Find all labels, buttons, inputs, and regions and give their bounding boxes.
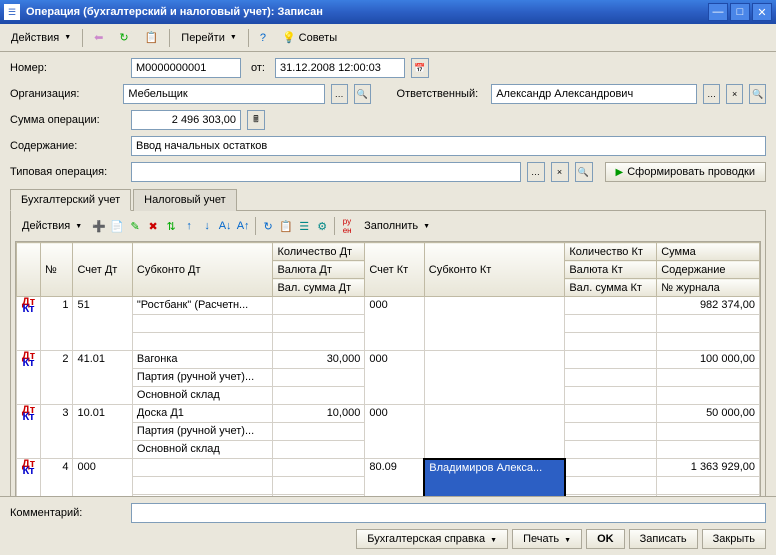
typop-label: Типовая операция: <box>10 166 125 178</box>
ref-button[interactable]: Бухгалтерская справка ▼ <box>356 529 508 549</box>
sum-input[interactable] <box>131 110 241 130</box>
actions-menu[interactable]: Действия▼ <box>4 29 78 47</box>
save-button[interactable]: Записать <box>629 529 698 549</box>
nav-back-icon[interactable]: ⬅ <box>87 28 110 47</box>
org-search-icon[interactable]: 🔍 <box>354 84 371 104</box>
tips-button[interactable]: 💡Советы <box>275 28 344 47</box>
form-content: Номер: от: 📅 Организация: … 🔍 Ответствен… <box>0 52 776 526</box>
typop-input[interactable] <box>131 162 521 182</box>
move-up-icon[interactable]: ↑ <box>181 218 197 234</box>
sort-asc-icon[interactable]: A↓ <box>217 218 233 234</box>
from-label: от: <box>251 62 265 74</box>
main-toolbar: Действия▼ ⬅ ↻ 📋 Перейти▼ ? 💡Советы <box>0 24 776 52</box>
sort-icon[interactable]: ⇅ <box>163 218 179 234</box>
ok-button[interactable]: OK <box>586 529 625 549</box>
app-icon: ☰ <box>4 4 20 20</box>
resp-select-icon[interactable]: … <box>703 84 720 104</box>
calendar-icon[interactable]: 📅 <box>411 58 429 78</box>
footer: Комментарий: Бухгалтерская справка ▼ Печ… <box>0 496 776 555</box>
typop-search-icon[interactable]: 🔍 <box>575 162 593 182</box>
refresh2-icon[interactable]: ↻ <box>260 218 276 234</box>
table-row[interactable]: ДтКт310.01Доска Д110,00000050 000,00 <box>17 405 760 423</box>
grid-actions-menu[interactable]: Действия▼ <box>15 217 89 235</box>
list-icon[interactable]: ☰ <box>296 218 312 234</box>
edit-row-icon[interactable]: ✎ <box>127 218 143 234</box>
refresh-icon[interactable]: ↻ <box>112 28 135 47</box>
fill-menu[interactable]: Заполнить▼ <box>357 217 437 235</box>
comment-input[interactable] <box>131 503 766 523</box>
sort-desc-icon[interactable]: A↑ <box>235 218 251 234</box>
window-title: Операция (бухгалтерский и налоговый учет… <box>26 6 706 18</box>
print-button[interactable]: Печать ▼ <box>512 529 582 549</box>
tab-accounting[interactable]: Бухгалтерский учет <box>10 189 131 211</box>
postings-grid[interactable]: № Счет Дт Субконто Дт Количество Дт Счет… <box>15 241 761 515</box>
add-row-icon[interactable]: ➕ <box>91 218 107 234</box>
resp-search-icon[interactable]: 🔍 <box>749 84 766 104</box>
window-titlebar: ☰ Операция (бухгалтерский и налоговый уч… <box>0 0 776 24</box>
calc-icon[interactable]: 🖩 <box>247 110 265 130</box>
resp-label: Ответственный: <box>397 88 486 100</box>
grid-header: № Счет Дт Субконто Дт Количество Дт Счет… <box>17 243 760 297</box>
content-label: Содержание: <box>10 140 125 152</box>
minimize-button[interactable]: — <box>708 3 728 21</box>
settings-icon[interactable]: ⚙ <box>314 218 330 234</box>
typop-select-icon[interactable]: … <box>527 162 545 182</box>
delete-row-icon[interactable]: ✖ <box>145 218 161 234</box>
number-input[interactable] <box>131 58 241 78</box>
grid-toolbar: Действия▼ ➕ 📄 ✎ ✖ ⇅ ↑ ↓ A↓ A↑ ↻ 📋 ☰ ⚙ ру… <box>15 215 761 237</box>
table-row[interactable]: ДтКт241.01Вагонка30,000000100 000,00 <box>17 351 760 369</box>
abc-icon[interactable]: руен <box>339 218 355 234</box>
typop-clear-icon[interactable]: × <box>551 162 569 182</box>
tabs: Бухгалтерский учет Налоговый учет <box>10 188 766 211</box>
sum-label: Сумма операции: <box>10 114 125 126</box>
resp-input[interactable] <box>491 84 697 104</box>
table-row[interactable]: ДтКт151"Ростбанк" (Расчетн...000982 374,… <box>17 297 760 315</box>
date-input[interactable] <box>275 58 405 78</box>
org-input[interactable] <box>123 84 324 104</box>
copy-icon[interactable]: 📋 <box>138 28 166 47</box>
form-postings-button[interactable]: ▶Сформировать проводки <box>605 162 766 182</box>
move-down-icon[interactable]: ↓ <box>199 218 215 234</box>
org-select-icon[interactable]: … <box>331 84 348 104</box>
number-label: Номер: <box>10 62 125 74</box>
tab-tax[interactable]: Налоговый учет <box>133 189 237 211</box>
form-icon[interactable]: 📋 <box>278 218 294 234</box>
copy-row-icon[interactable]: 📄 <box>109 218 125 234</box>
content-input[interactable] <box>131 136 766 156</box>
comment-label: Комментарий: <box>10 507 125 519</box>
org-label: Организация: <box>10 88 117 100</box>
table-row[interactable]: ДтКт400080.09Владимиров Алекса...1 363 9… <box>17 459 760 477</box>
maximize-button[interactable]: □ <box>730 3 750 21</box>
close-button[interactable]: ✕ <box>752 3 772 21</box>
resp-clear-icon[interactable]: × <box>726 84 743 104</box>
help-icon[interactable]: ? <box>253 29 273 47</box>
close-window-button[interactable]: Закрыть <box>702 529 766 549</box>
tab-content: Действия▼ ➕ 📄 ✎ ✖ ⇅ ↑ ↓ A↓ A↑ ↻ 📋 ☰ ⚙ ру… <box>10 211 766 520</box>
goto-menu[interactable]: Перейти▼ <box>174 29 244 47</box>
